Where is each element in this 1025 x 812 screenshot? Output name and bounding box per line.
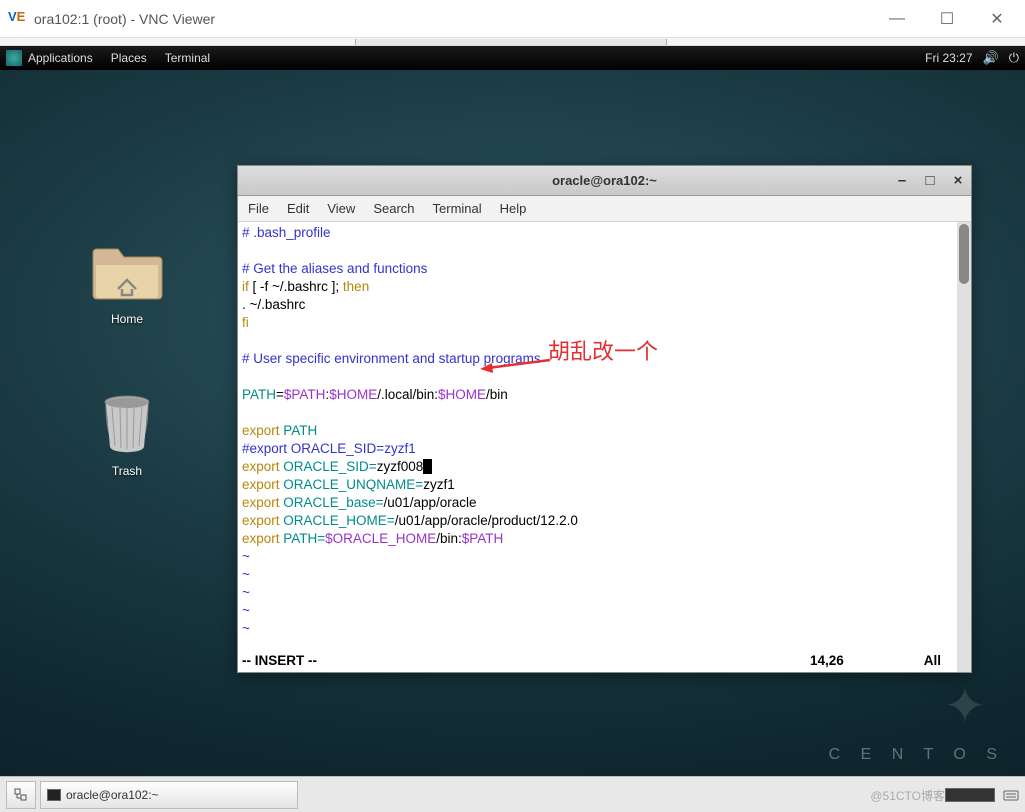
terminal-titlebar[interactable]: oracle@ora102:~ – □ × xyxy=(238,166,971,196)
terminal-maximize-button[interactable]: □ xyxy=(923,174,937,188)
input-indicator[interactable] xyxy=(945,788,995,802)
vnc-divider xyxy=(0,38,1025,46)
menu-terminal[interactable]: Terminal xyxy=(165,51,210,65)
term-menu-search[interactable]: Search xyxy=(373,201,414,216)
menu-places[interactable]: Places xyxy=(111,51,147,65)
terminal-title: oracle@ora102:~ xyxy=(238,173,971,188)
terminal-scrollbar[interactable] xyxy=(957,222,971,672)
vnc-logo-icon: VE xyxy=(8,9,28,29)
keyboard-icon[interactable] xyxy=(1003,787,1019,803)
menu-applications[interactable]: Applications xyxy=(28,51,93,65)
tray-icon xyxy=(14,788,28,802)
host-taskbar: oracle@ora102:~ @51CTO博客 xyxy=(0,776,1025,812)
terminal-icon xyxy=(47,789,61,801)
taskbar-tray-button[interactable] xyxy=(6,781,36,809)
centos-logo-icon: ✦ xyxy=(935,676,995,736)
home-label: Home xyxy=(82,312,172,326)
trash-label: Trash xyxy=(82,464,172,478)
terminal-minimize-button[interactable]: – xyxy=(895,174,909,188)
vim-mode: -- INSERT -- xyxy=(242,652,317,670)
close-button[interactable]: ✕ xyxy=(987,9,1007,29)
taskbar-item-terminal[interactable]: oracle@ora102:~ xyxy=(40,781,298,809)
scrollbar-thumb[interactable] xyxy=(959,224,969,284)
trash-icon xyxy=(100,392,155,457)
volume-icon[interactable]: 🔊 xyxy=(983,50,999,66)
desktop-icon-trash[interactable]: Trash xyxy=(82,392,172,478)
vim-position: 14,26 xyxy=(810,652,844,670)
vnc-titlebar: VE ora102:1 (root) - VNC Viewer — ☐ ✕ xyxy=(0,0,1025,38)
terminal-window: oracle@ora102:~ – □ × File Edit View Sea… xyxy=(237,165,972,673)
desktop[interactable]: Home Trash ✦ C E N T O S oracle@ora102:~… xyxy=(0,70,1025,776)
clock[interactable]: Fri 23:27 xyxy=(925,51,972,65)
terminal-close-button[interactable]: × xyxy=(951,174,965,188)
folder-icon xyxy=(88,245,166,305)
watermark: @51CTO博客 xyxy=(870,787,945,804)
vim-status-line: -- INSERT -- 14,26 All xyxy=(242,652,951,670)
taskbar-item-label: oracle@ora102:~ xyxy=(66,788,159,802)
term-menu-edit[interactable]: Edit xyxy=(287,201,309,216)
desktop-icon-home[interactable]: Home xyxy=(82,245,172,326)
term-menu-terminal[interactable]: Terminal xyxy=(433,201,482,216)
centos-branding: C E N T O S xyxy=(829,746,1005,764)
power-icon[interactable]: ⏻ xyxy=(1009,50,1019,66)
activities-icon[interactable] xyxy=(6,50,22,66)
window-controls: — ☐ ✕ xyxy=(887,9,1017,29)
minimize-button[interactable]: — xyxy=(887,9,907,29)
terminal-content[interactable]: # .bash_profile # Get the aliases and fu… xyxy=(238,222,971,672)
text-cursor xyxy=(423,459,432,474)
term-menu-help[interactable]: Help xyxy=(500,201,527,216)
term-menu-file[interactable]: File xyxy=(248,201,269,216)
maximize-button[interactable]: ☐ xyxy=(937,9,957,29)
terminal-menubar: File Edit View Search Terminal Help xyxy=(238,196,971,222)
vnc-window-title: ora102:1 (root) - VNC Viewer xyxy=(34,11,887,27)
term-menu-view[interactable]: View xyxy=(327,201,355,216)
gnome-top-panel: Applications Places Terminal Fri 23:27 🔊… xyxy=(0,46,1025,70)
vim-scroll: All xyxy=(924,652,941,670)
